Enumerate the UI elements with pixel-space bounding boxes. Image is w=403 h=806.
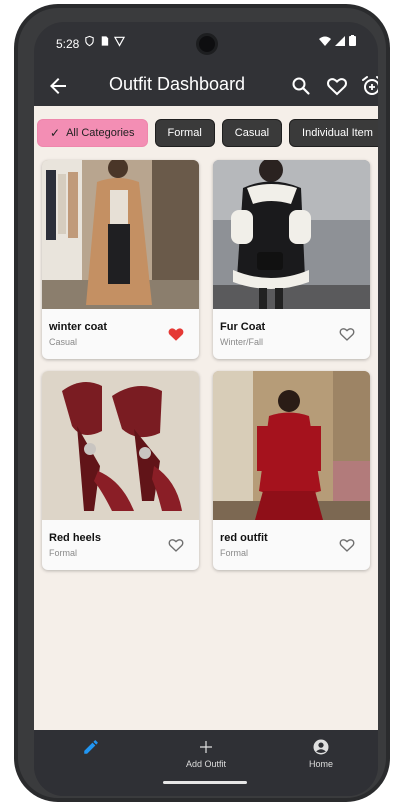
shield-icon bbox=[85, 35, 94, 47]
outfit-card[interactable]: red outfit Formal bbox=[213, 371, 370, 570]
status-bar: 5:28 bbox=[34, 22, 378, 64]
outfit-category: Formal bbox=[220, 548, 249, 558]
chip-label: Individual Item bbox=[302, 127, 373, 139]
favorites-heart-icon[interactable] bbox=[325, 74, 349, 98]
status-notification-icons bbox=[84, 35, 125, 47]
alarm-add-icon[interactable] bbox=[360, 74, 378, 98]
gesture-home-indicator[interactable] bbox=[163, 781, 247, 784]
favorite-filled-icon[interactable] bbox=[167, 325, 185, 343]
check-icon: ✓ bbox=[50, 126, 61, 140]
nav-edit[interactable] bbox=[51, 738, 131, 759]
nav-add-outfit[interactable]: Add Outfit bbox=[166, 738, 246, 769]
outfit-card[interactable]: Fur Coat Winter/Fall bbox=[213, 160, 370, 359]
outfit-image bbox=[213, 160, 370, 309]
favorite-outline-icon[interactable] bbox=[338, 325, 356, 343]
battery-icon bbox=[349, 35, 356, 46]
outfit-dashboard-content: ✓ All Categories Formal Casual Individua… bbox=[34, 106, 378, 730]
outfit-image bbox=[42, 371, 199, 520]
bottom-navigation: Add Outfit Home bbox=[34, 730, 378, 796]
category-filter-chips: ✓ All Categories Formal Casual Individua… bbox=[37, 119, 378, 147]
outfit-image bbox=[42, 160, 199, 309]
phone-bezel: 5:28 Outfit Dashboard ✓ All Categories F… bbox=[18, 8, 386, 798]
status-time: 5:28 bbox=[56, 37, 80, 51]
back-arrow-icon[interactable] bbox=[46, 74, 70, 98]
front-camera bbox=[196, 33, 218, 55]
chip-label: All Categories bbox=[66, 127, 135, 139]
outfit-name: Fur Coat bbox=[220, 321, 266, 333]
outfit-name: winter coat bbox=[49, 321, 108, 333]
favorite-outline-icon[interactable] bbox=[167, 536, 185, 554]
chip-formal[interactable]: Formal bbox=[154, 119, 215, 147]
chip-individual-item[interactable]: Individual Item bbox=[289, 119, 378, 147]
chip-all-categories[interactable]: ✓ All Categories bbox=[37, 119, 148, 147]
nav-home[interactable]: Home bbox=[281, 738, 361, 769]
status-system-icons bbox=[319, 35, 356, 46]
nav-label: Home bbox=[308, 759, 333, 769]
app-bar: Outfit Dashboard bbox=[34, 66, 378, 106]
outfit-category: Casual bbox=[49, 337, 78, 347]
search-icon[interactable] bbox=[289, 74, 313, 98]
sd-card-icon bbox=[101, 36, 109, 46]
edit-icon bbox=[84, 740, 98, 754]
screen: 5:28 Outfit Dashboard ✓ All Categories F… bbox=[34, 22, 378, 796]
outfit-card[interactable]: Red heels Formal bbox=[42, 371, 199, 570]
account-icon bbox=[313, 739, 329, 755]
outfit-name: Red heels bbox=[49, 532, 101, 544]
outfit-card[interactable]: winter coat Casual bbox=[42, 160, 199, 359]
outfit-category: Winter/Fall bbox=[220, 337, 264, 347]
nav-label: Add Outfit bbox=[185, 759, 227, 769]
phone-frame: 5:28 Outfit Dashboard ✓ All Categories F… bbox=[14, 4, 390, 802]
add-icon bbox=[200, 741, 212, 753]
wifi-icon bbox=[319, 36, 331, 46]
chip-casual[interactable]: Casual bbox=[221, 119, 283, 147]
page-title: Outfit Dashboard bbox=[109, 74, 246, 94]
chip-label: Casual bbox=[234, 127, 270, 139]
favorite-outline-icon[interactable] bbox=[338, 536, 356, 554]
outfit-name: red outfit bbox=[220, 532, 268, 544]
signal-icon bbox=[335, 35, 345, 46]
chip-label: Formal bbox=[167, 127, 202, 139]
outfit-category: Formal bbox=[49, 548, 78, 558]
outfit-image bbox=[213, 371, 370, 520]
vpn-icon bbox=[114, 36, 125, 47]
